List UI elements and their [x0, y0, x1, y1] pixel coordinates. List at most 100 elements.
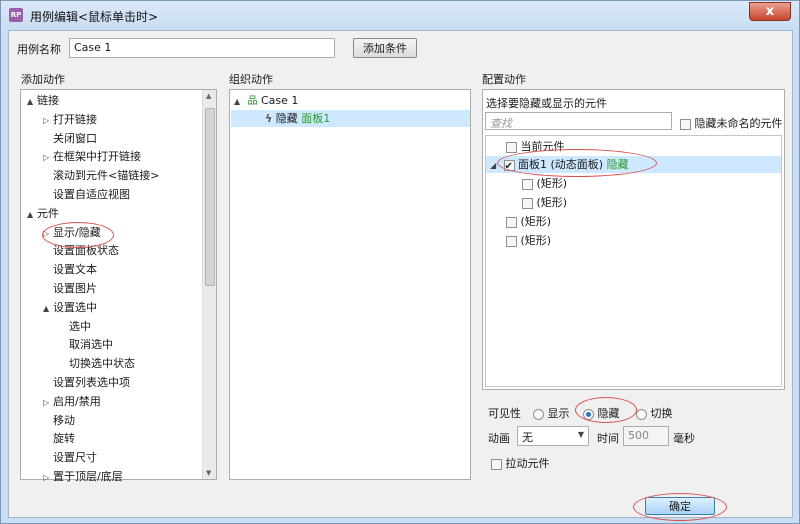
ms-label: 毫秒 — [673, 432, 695, 445]
add-action-item[interactable]: 滚动到元件<锚链接> — [43, 167, 159, 184]
rect-label: (矩形) — [520, 215, 552, 228]
rect-checkbox[interactable] — [522, 197, 533, 209]
add-action-label: 旋转 — [53, 432, 75, 446]
drag-widget-checkbox[interactable] — [491, 458, 502, 470]
animation-select[interactable]: 无 ▼ — [517, 426, 589, 446]
add-action-label: 设置选中 — [53, 300, 97, 314]
case-icon: 品 — [247, 96, 258, 107]
widget-search-input[interactable]: 查找 — [485, 112, 672, 130]
add-action-item[interactable]: 移动 — [43, 412, 75, 429]
collapse-icon[interactable]: ▲ — [27, 93, 37, 110]
add-action-label: 取消选中 — [69, 338, 113, 352]
scroll-up-icon[interactable]: ▲ — [206, 92, 211, 100]
toggle-radio[interactable] — [636, 408, 647, 420]
show-radio[interactable] — [533, 408, 544, 420]
hide-unnamed-option[interactable]: 隐藏未命名的元件 — [680, 115, 783, 131]
add-action-item[interactable]: 取消选中 — [59, 336, 113, 353]
scrollbar-thumb[interactable] — [205, 108, 215, 286]
add-action-item[interactable]: 设置列表选中项 — [43, 374, 130, 391]
tree-scrollbar[interactable]: ▲ ▼ — [202, 90, 216, 479]
axure-app-icon: RP — [9, 8, 23, 22]
add-condition-button[interactable]: 添加条件 — [353, 38, 417, 58]
add-action-item[interactable]: ▷ 打开链接 — [43, 111, 97, 128]
add-action-item[interactable]: 切换选中状态 — [59, 355, 135, 372]
case-row[interactable]: ▲ 品 Case 1 — [234, 92, 470, 109]
case-name-input[interactable]: Case 1 — [69, 38, 335, 58]
add-action-item[interactable]: 设置自适应视图 — [43, 186, 130, 203]
hide-unnamed-checkbox[interactable] — [680, 118, 691, 130]
add-action-label: 设置尺寸 — [53, 451, 97, 465]
add-action-label: 关闭窗口 — [53, 131, 97, 145]
action-row-hide[interactable]: ϟ 隐藏 面板1 — [231, 110, 470, 127]
rect-checkbox[interactable] — [506, 235, 517, 247]
add-action-item[interactable]: 设置图片 — [43, 280, 97, 297]
add-action-item[interactable]: ▲ 元件 — [27, 205, 59, 222]
add-actions-tree: ▲ 链接 ▷ 打开链接 关闭窗口 ▷ 在框架中打开链接 滚动到元件<锚链接> 设置自适应视图 ▲ 元… — [20, 89, 217, 483]
add-action-item[interactable]: 关闭窗口 — [43, 130, 97, 147]
action-verb: 隐藏 — [275, 112, 298, 125]
animation-label: 动画 — [488, 432, 510, 445]
dialog-body: 用例名称 Case 1 添加条件 添加动作 组织动作 配置动作 ▲ 链接 ▷ 打开链接… — [8, 30, 793, 521]
add-action-item[interactable]: ▲ 设置选中 — [43, 299, 97, 316]
close-button[interactable]: x — [749, 2, 791, 21]
show-label: 显示 — [547, 407, 570, 420]
toggle-label: 切换 — [650, 407, 673, 420]
hide-unnamed-label: 隐藏未命名的元件 — [694, 117, 783, 130]
configure-actions-header: 配置动作 — [482, 73, 526, 86]
add-action-item[interactable]: 旋转 — [43, 430, 75, 447]
add-action-item[interactable]: 设置尺寸 — [43, 449, 97, 466]
widget-row-rect[interactable]: (矩形) — [522, 194, 567, 211]
add-action-item[interactable]: ▷ 在框架中打开链接 — [43, 148, 141, 165]
time-input[interactable]: 500 — [623, 426, 669, 446]
case-label: Case 1 — [261, 94, 299, 107]
drag-widget-option[interactable]: 拉动元件 — [491, 455, 550, 471]
action-target: 面板1 — [301, 112, 331, 125]
case-name-label: 用例名称 — [17, 43, 61, 56]
dialog-window: RP 用例编辑<鼠标单击时> x 用例名称 Case 1 添加条件 添加动作 组… — [0, 0, 800, 524]
rect-label: (矩形) — [536, 196, 568, 209]
toggle-option[interactable]: 切换 — [636, 405, 673, 421]
add-action-label: 元件 — [37, 206, 59, 220]
expand-icon[interactable]: ▷ — [43, 149, 53, 166]
annotation-circle-ok — [633, 493, 727, 521]
add-action-item[interactable]: 设置文本 — [43, 261, 97, 278]
add-action-label: 移动 — [53, 413, 75, 427]
add-action-label: 启用/禁用 — [53, 394, 101, 408]
add-action-label: 置于顶层/底层 — [53, 470, 123, 483]
add-action-item[interactable]: ▲ 链接 — [27, 92, 59, 109]
annotation-circle-panel1 — [497, 149, 657, 177]
add-action-label: 在框架中打开链接 — [53, 150, 141, 164]
organize-actions-tree: ▲ 品 Case 1 ϟ 隐藏 面板1 — [229, 89, 471, 480]
rect-label: (矩形) — [536, 177, 568, 190]
collapse-icon[interactable]: ▲ — [43, 300, 53, 317]
rect-label: (矩形) — [520, 234, 552, 247]
annotation-circle-show-hide — [42, 222, 114, 248]
expand-icon[interactable]: ▷ — [43, 112, 53, 129]
animation-value: 无 — [522, 431, 533, 444]
window-title: 用例编辑<鼠标单击时> — [30, 10, 159, 24]
show-option[interactable]: 显示 — [533, 405, 570, 421]
scroll-down-icon[interactable]: ▼ — [206, 469, 211, 477]
collapse-icon[interactable]: ▲ — [234, 93, 244, 110]
add-action-label: 滚动到元件<锚链接> — [53, 169, 160, 183]
add-action-label: 设置自适应视图 — [53, 188, 130, 201]
configure-subheader: 选择要隐藏或显示的元件 — [486, 97, 607, 110]
collapse-icon[interactable]: ▲ — [27, 206, 37, 223]
widget-row-rect[interactable]: (矩形) — [522, 175, 567, 192]
expand-icon[interactable]: ▷ — [43, 469, 53, 486]
add-action-label: 设置文本 — [53, 263, 97, 277]
widget-row-rect[interactable]: (矩形) — [506, 213, 551, 230]
organize-actions-header: 组织动作 — [229, 73, 273, 86]
widget-row-rect[interactable]: (矩形) — [506, 232, 551, 249]
current-widget-checkbox[interactable] — [506, 141, 517, 153]
add-action-item[interactable]: ▷ 置于顶层/底层 — [43, 468, 123, 485]
add-action-item[interactable]: ▷ 启用/禁用 — [43, 393, 101, 410]
expand-icon[interactable]: ▷ — [43, 394, 53, 411]
add-action-label: 打开链接 — [53, 112, 97, 126]
rect-checkbox[interactable] — [522, 178, 533, 190]
add-action-label: 链接 — [37, 94, 59, 107]
visibility-label: 可见性 — [488, 407, 521, 420]
rect-checkbox[interactable] — [506, 216, 517, 228]
add-action-item[interactable]: 选中 — [59, 318, 91, 335]
configure-target-panel: 选择要隐藏或显示的元件 查找 隐藏未命名的元件 当前元件 ◢ 面板1 (动态面板… — [482, 89, 785, 390]
